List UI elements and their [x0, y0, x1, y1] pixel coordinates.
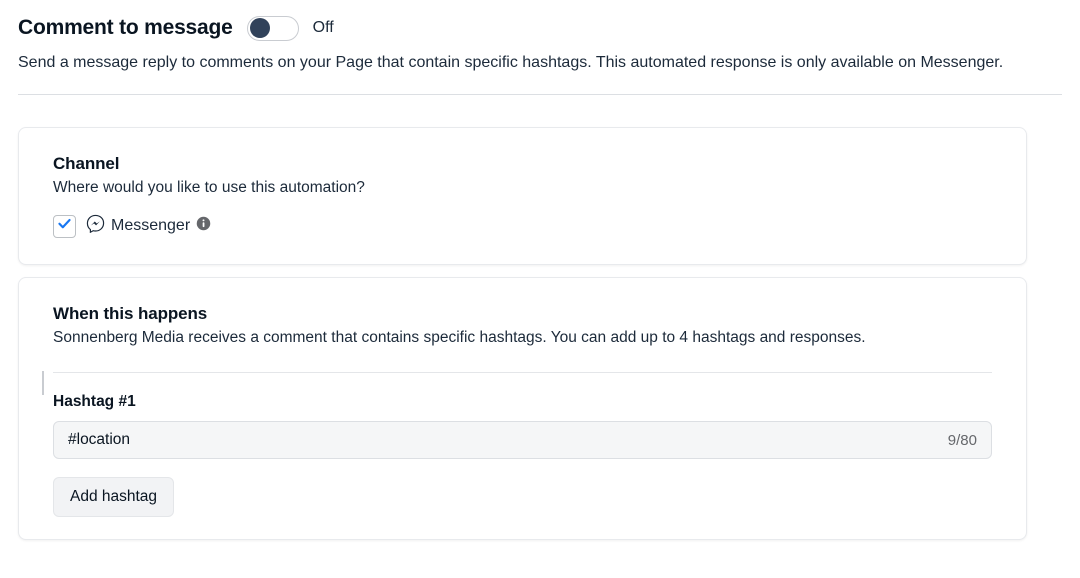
page-description: Send a message reply to comments on your… [18, 52, 1062, 74]
messenger-checkbox[interactable] [53, 215, 76, 238]
hashtag-input-value[interactable]: #location [68, 431, 948, 449]
toggle-state-label: Off [313, 19, 334, 37]
page-body: Channel Where would you like to use this… [0, 95, 1080, 540]
page-header: Comment to message Off Send a message re… [0, 0, 1080, 95]
add-hashtag-button[interactable]: Add hashtag [53, 477, 174, 517]
header-title-row: Comment to message Off [18, 10, 1062, 46]
channel-card-subtitle: Where would you like to use this automat… [53, 177, 992, 198]
channel-card-title: Channel [53, 154, 992, 174]
trigger-card: When this happens Sonnenberg Media recei… [18, 277, 1027, 540]
hashtag-field-label: Hashtag #1 [53, 393, 992, 411]
trigger-card-divider [53, 372, 992, 373]
channel-option-messenger[interactable]: Messenger [53, 214, 992, 238]
messenger-option-label-group: Messenger [86, 214, 211, 238]
page-title: Comment to message [18, 16, 233, 40]
trigger-card-title: When this happens [53, 304, 992, 324]
card-connector-line [42, 371, 44, 395]
messenger-icon [86, 214, 105, 238]
check-icon [57, 216, 72, 236]
trigger-card-bottom-spacer [53, 517, 992, 539]
hashtag-input[interactable]: #location 9/80 [53, 421, 992, 459]
hashtag-char-counter: 9/80 [948, 432, 977, 449]
info-icon[interactable] [196, 216, 211, 236]
channel-card: Channel Where would you like to use this… [18, 127, 1027, 265]
toggle-knob [250, 18, 270, 38]
trigger-card-subtitle: Sonnenberg Media receives a comment that… [53, 327, 992, 348]
comment-to-message-toggle[interactable] [247, 16, 299, 41]
messenger-label: Messenger [111, 217, 190, 235]
